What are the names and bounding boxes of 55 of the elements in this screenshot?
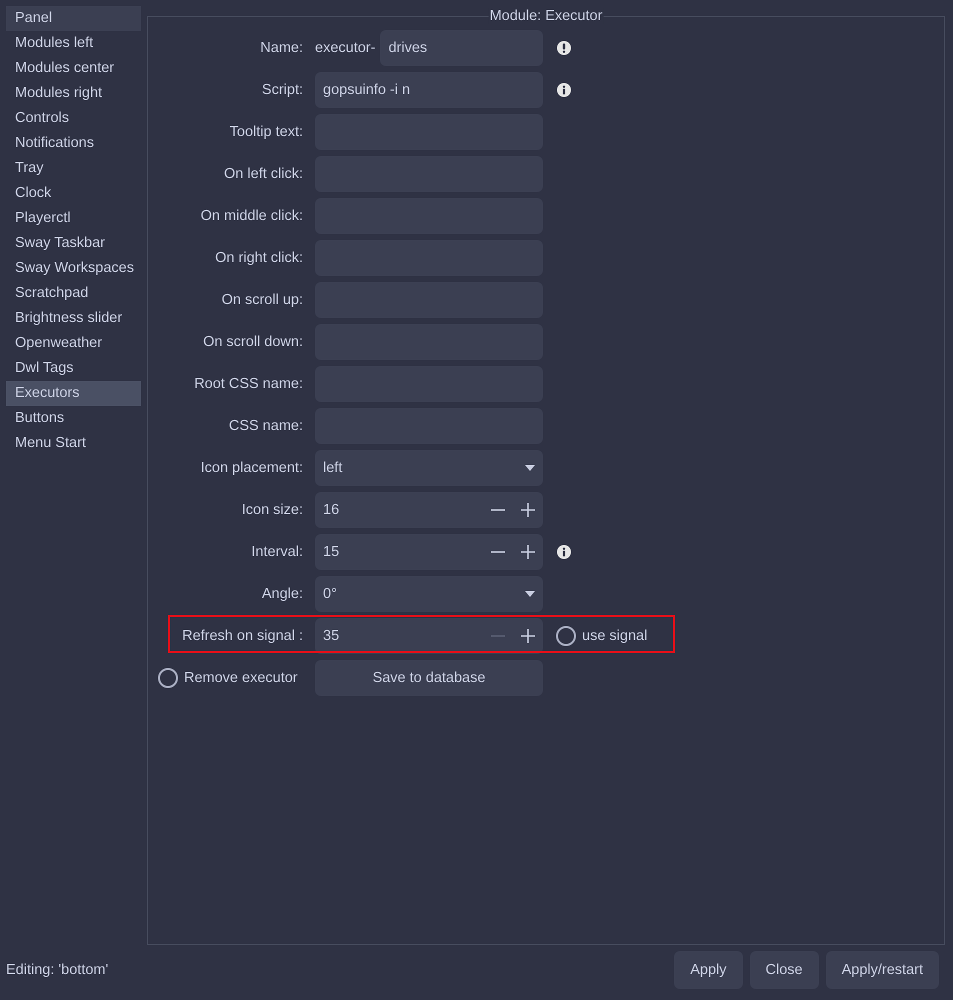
field-label: Icon placement: bbox=[200, 460, 304, 476]
sidebar-item[interactable]: Brightness slider bbox=[6, 306, 141, 331]
checkbox-label: use signal bbox=[582, 628, 648, 644]
sidebar-item[interactable]: Sway Workspaces bbox=[6, 256, 141, 281]
sidebar-item[interactable]: Notifications bbox=[6, 131, 141, 156]
status-text: Editing: 'bottom' bbox=[6, 962, 108, 978]
sidebar-item[interactable]: Modules right bbox=[6, 81, 141, 106]
field-label: On right click: bbox=[214, 250, 304, 266]
field-label: Icon size: bbox=[240, 502, 304, 518]
checkbox[interactable] bbox=[556, 626, 576, 646]
field-label: On scroll down: bbox=[202, 334, 304, 350]
spin-field[interactable]: 35 bbox=[315, 618, 543, 654]
sidebar-item[interactable]: Panel bbox=[6, 6, 141, 31]
sidebar-item[interactable]: Menu Start bbox=[6, 431, 141, 456]
sidebar-item[interactable]: Buttons bbox=[6, 406, 141, 431]
field-label: Angle: bbox=[260, 586, 304, 602]
plus-icon[interactable] bbox=[521, 545, 535, 559]
field-label: On scroll up: bbox=[220, 292, 304, 308]
sidebar-item[interactable]: Dwl Tags bbox=[6, 356, 141, 381]
save-button[interactable]: Save to database bbox=[315, 660, 543, 696]
dropdown[interactable]: left bbox=[315, 450, 543, 486]
caret-icon bbox=[525, 465, 535, 471]
dialog-button[interactable]: Apply/restart bbox=[826, 951, 939, 989]
plus-icon[interactable] bbox=[521, 629, 535, 643]
sidebar-item[interactable]: Modules center bbox=[6, 56, 141, 81]
name-prefix: executor- bbox=[315, 40, 376, 56]
field-label: CSS name: bbox=[228, 418, 304, 434]
sidebar-item[interactable]: Openweather bbox=[6, 331, 141, 356]
input-field[interactable]: drives bbox=[380, 30, 543, 66]
dialog-button[interactable]: Apply bbox=[674, 951, 743, 989]
field-label: Refresh on signal : bbox=[181, 628, 304, 644]
field-label: Script: bbox=[260, 82, 304, 98]
sidebar-item[interactable]: Executors bbox=[6, 381, 141, 406]
input-field[interactable]: gopsuinfo -i n bbox=[315, 72, 543, 108]
checkbox[interactable] bbox=[158, 668, 178, 688]
caret-icon bbox=[525, 591, 535, 597]
field-label: On left click: bbox=[223, 166, 304, 182]
field-label: Interval: bbox=[250, 544, 304, 560]
checkbox-label: Remove executor bbox=[184, 670, 298, 686]
field-label: On middle click: bbox=[200, 208, 304, 224]
sidebar-item[interactable]: Playerctl bbox=[6, 206, 141, 231]
field-label: Name: bbox=[259, 40, 304, 56]
spin-field[interactable]: 16 bbox=[315, 492, 543, 528]
sidebar-item[interactable]: Scratchpad bbox=[6, 281, 141, 306]
dropdown[interactable]: 0° bbox=[315, 576, 543, 612]
field-label: Tooltip text: bbox=[228, 124, 304, 140]
field-label: Root CSS name: bbox=[193, 376, 304, 392]
sidebar-item[interactable]: Modules left bbox=[6, 31, 141, 56]
spin-field[interactable]: 15 bbox=[315, 534, 543, 570]
sidebar-item[interactable]: Tray bbox=[6, 156, 141, 181]
sidebar-item[interactable]: Sway Taskbar bbox=[6, 231, 141, 256]
sidebar-item[interactable]: Controls bbox=[6, 106, 141, 131]
plus-icon[interactable] bbox=[521, 503, 535, 517]
sidebar-item[interactable]: Clock bbox=[6, 181, 141, 206]
dialog-button[interactable]: Close bbox=[750, 951, 819, 989]
